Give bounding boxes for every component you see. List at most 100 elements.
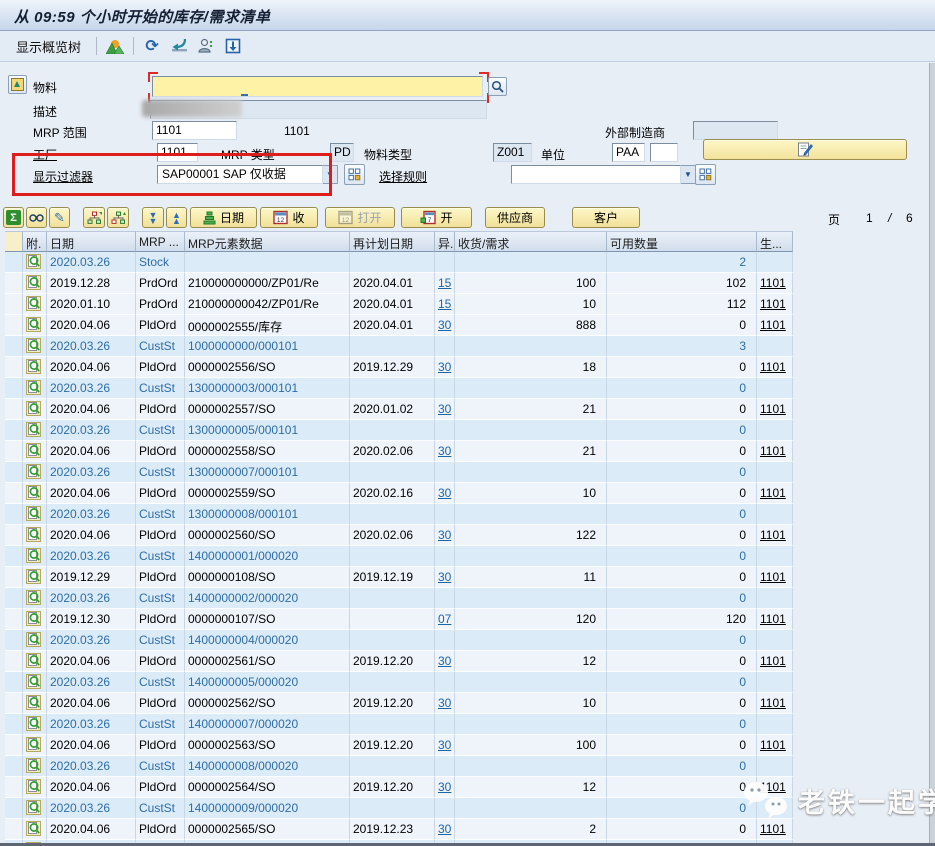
change-button[interactable]: ✎: [49, 207, 70, 228]
plant-link[interactable]: 1101: [760, 318, 786, 332]
table-row[interactable]: 2020.03.26 CustSt 1400000008/000020 0: [5, 756, 793, 777]
exception-link[interactable]: 30: [438, 444, 451, 458]
exception-link[interactable]: 30: [438, 654, 451, 668]
material-folder-icon[interactable]: [8, 75, 27, 94]
plant-link[interactable]: 1101: [760, 528, 786, 542]
column-header-receipt-reqmt[interactable]: 收货/需求: [455, 231, 607, 252]
exception-link[interactable]: 30: [438, 738, 451, 752]
detail-magnifier-icon[interactable]: [26, 275, 41, 293]
plant-link[interactable]: 1101: [760, 486, 786, 500]
table-row[interactable]: 2020.04.06 PldOrd 0000002565/SO 2019.12.23 3…: [5, 819, 793, 840]
table-row[interactable]: 2020.03.26 CustSt 1400000001/000020 0: [5, 546, 793, 567]
sum-button[interactable]: Σ: [3, 207, 24, 228]
detail-magnifier-icon[interactable]: [26, 401, 41, 419]
detail-magnifier-icon[interactable]: [26, 695, 41, 713]
detail-magnifier-icon[interactable]: [26, 548, 41, 566]
detail-magnifier-icon[interactable]: [26, 254, 41, 272]
customer-button[interactable]: 客户: [572, 207, 640, 228]
table-row[interactable]: 2020.03.26 CustSt 1400000005/000020 0: [5, 672, 793, 693]
edit-note-button[interactable]: [703, 139, 907, 160]
page-current[interactable]: 1: [866, 211, 873, 225]
exception-link[interactable]: 30: [438, 486, 451, 500]
plant-link[interactable]: 1101: [760, 822, 786, 836]
table-row[interactable]: 2020.04.06 PldOrd 0000002556/SO 2019.12.29 3…: [5, 357, 793, 378]
filter-multiple-selection-button[interactable]: [344, 164, 365, 185]
table-row[interactable]: 2020.03.26 CustSt 1000000000/000101 3: [5, 336, 793, 357]
column-header-plant[interactable]: 生...: [757, 231, 793, 252]
chevron-down-icon[interactable]: ▼: [681, 165, 696, 184]
mrp-area-input[interactable]: 1101: [152, 121, 237, 140]
table-row[interactable]: 2020.01.10 PrdOrd 210000000042/ZP01/Re 2020…: [5, 294, 793, 315]
exception-link[interactable]: 30: [438, 318, 451, 332]
detail-magnifier-icon[interactable]: [26, 359, 41, 377]
detail-magnifier-icon[interactable]: [26, 632, 41, 650]
plant-link[interactable]: 1101: [760, 696, 786, 710]
table-row[interactable]: 2020.03.26 CustSt 1300000007/000101 0: [5, 462, 793, 483]
exception-link[interactable]: 07: [438, 612, 451, 626]
select-all-header[interactable]: [5, 231, 23, 252]
exception-link[interactable]: 30: [438, 780, 451, 794]
user-settings-icon[interactable]: [197, 37, 215, 55]
detail-magnifier-icon[interactable]: [26, 443, 41, 461]
table-row[interactable]: 2020.03.26 CustSt 1400000009/000020 0: [5, 798, 793, 819]
table-row[interactable]: 2020.04.06 PldOrd 0000002561/SO 2019.12.20 3…: [5, 651, 793, 672]
column-header-exception[interactable]: 异.: [435, 231, 455, 252]
table-row[interactable]: 2020.04.06 PldOrd 0000002557/SO 2020.01.02 3…: [5, 399, 793, 420]
detail-magnifier-icon[interactable]: [26, 317, 41, 335]
show-overview-tree-button[interactable]: 显示概览树: [10, 35, 87, 58]
plant-link[interactable]: 1101: [760, 360, 786, 374]
order-report-up-button[interactable]: [83, 207, 105, 228]
exception-link[interactable]: 15: [438, 297, 451, 311]
table-row[interactable]: 2020.03.26 CustSt 1300000003/000101 0: [5, 378, 793, 399]
detail-magnifier-icon[interactable]: [26, 338, 41, 356]
table-row[interactable]: 2020.03.26 Stock 2: [5, 252, 793, 273]
detail-magnifier-icon[interactable]: [26, 296, 41, 314]
selection-rule-combo[interactable]: ▼: [511, 165, 696, 184]
table-row[interactable]: 2020.03.26 CustSt 1400000007/000020 0: [5, 714, 793, 735]
exception-link[interactable]: 15: [438, 276, 451, 290]
table-row[interactable]: 2019.12.30 PldOrd 0000000107/SO 07 120 120 110…: [5, 609, 793, 630]
scroll-up-button[interactable]: ▲ ▲: [166, 207, 187, 228]
column-header-mrp-element[interactable]: MRP元素数据: [185, 231, 350, 252]
goto-next-icon[interactable]: [170, 37, 188, 55]
table-row[interactable]: 2020.04.06 PldOrd 0000002558/SO 2020.02.06 3…: [5, 441, 793, 462]
detail-magnifier-icon[interactable]: [26, 527, 41, 545]
table-row[interactable]: 2020.03.26 CustSt 1300000005/000101 0: [5, 420, 793, 441]
plant-link[interactable]: 1101: [760, 612, 786, 626]
detail-magnifier-icon[interactable]: [26, 653, 41, 671]
material-input[interactable]: FERT01001: [152, 76, 483, 97]
exception-link[interactable]: 30: [438, 570, 451, 584]
exception-link[interactable]: 30: [438, 696, 451, 710]
detail-magnifier-icon[interactable]: [26, 506, 41, 524]
column-header-mrp-type[interactable]: MRP ...: [136, 231, 185, 252]
table-row[interactable]: 2020.04.06 PldOrd 0000002559/SO 2020.02.16 3…: [5, 483, 793, 504]
plant-link[interactable]: 1101: [760, 654, 786, 668]
inbox-download-icon[interactable]: [224, 37, 242, 55]
column-header-available-qty[interactable]: 可用数量: [607, 231, 757, 252]
period-totals-button[interactable]: 7 开: [401, 207, 472, 228]
table-row[interactable]: 2020.03.26 CustSt 1400000002/000020 0: [5, 588, 793, 609]
detail-magnifier-icon[interactable]: [26, 779, 41, 797]
date-button[interactable]: 日期: [190, 207, 257, 228]
plant-link[interactable]: 1101: [760, 276, 786, 290]
refresh-icon[interactable]: ⟳: [143, 37, 161, 55]
exception-link[interactable]: 30: [438, 528, 451, 542]
vendor-button[interactable]: 供应商: [485, 207, 545, 228]
detail-magnifier-icon[interactable]: [26, 569, 41, 587]
column-header-reschedule-date[interactable]: 再计划日期: [350, 231, 435, 252]
table-row[interactable]: 2020.04.06 PldOrd 0000002564/SO 2019.12.20 3…: [5, 777, 793, 798]
plant-link[interactable]: 1101: [760, 297, 786, 311]
detail-magnifier-icon[interactable]: [26, 737, 41, 755]
scrollbar-track[interactable]: [929, 63, 935, 846]
detail-magnifier-icon[interactable]: [26, 485, 41, 503]
column-header-date[interactable]: 日期: [47, 231, 136, 252]
receipts-button[interactable]: 12 收: [260, 207, 318, 228]
detail-magnifier-icon[interactable]: [26, 422, 41, 440]
table-row[interactable]: 2020.04.06 PldOrd 0000002562/SO 2019.12.20 3…: [5, 693, 793, 714]
plant-link[interactable]: 1101: [760, 402, 786, 416]
detail-magnifier-icon[interactable]: [26, 464, 41, 482]
column-header-attachment[interactable]: 附.: [23, 231, 47, 252]
table-row[interactable]: 2020.04.06 PldOrd 0000002560/SO 2020.02.06 3…: [5, 525, 793, 546]
plant-link[interactable]: 1101: [760, 570, 786, 584]
table-row[interactable]: 2020.04.06 PldOrd 0000002563/SO 2019.12.20 3…: [5, 735, 793, 756]
